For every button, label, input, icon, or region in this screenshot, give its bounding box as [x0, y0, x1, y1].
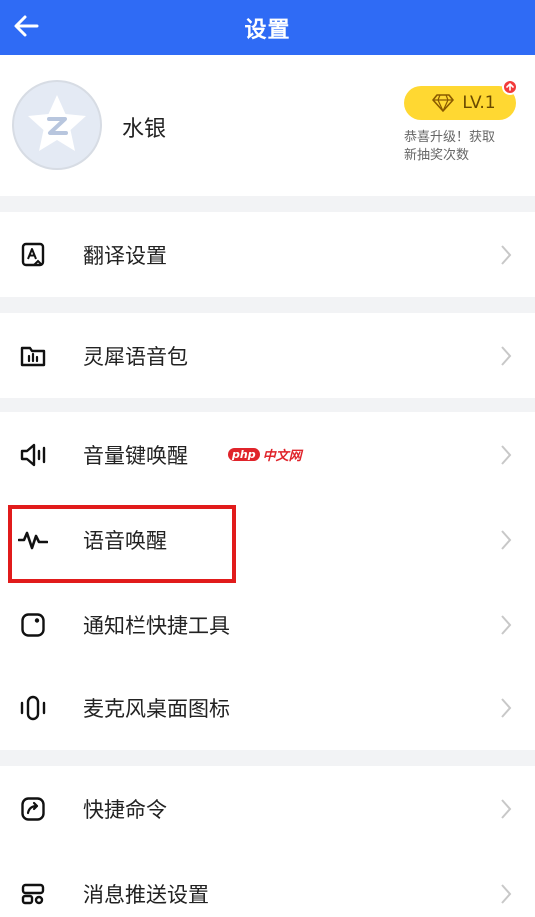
page-title: 设置	[244, 17, 291, 43]
section-divider	[0, 750, 535, 766]
settings-item-volume-key-wake[interactable]: 音量键唤醒 php 中文网	[0, 412, 535, 497]
upgrade-line-2: 新抽奖次数	[404, 148, 470, 163]
settings-item-push-settings[interactable]: 消息推送设置	[0, 851, 535, 917]
settings-item-label: 灵犀语音包	[83, 344, 188, 369]
diamond-icon	[432, 94, 455, 112]
settings-item-notification-shortcuts[interactable]: 通知栏快捷工具	[0, 582, 535, 667]
chevron-right-icon	[499, 344, 513, 368]
highlight-annotation-box	[8, 505, 236, 583]
profile-card[interactable]: 水银 LV.1 恭喜升级！获取 新抽奖次数	[0, 55, 535, 196]
translate-icon	[18, 240, 48, 270]
settings-item-shortcut-commands[interactable]: 快捷命令	[0, 766, 535, 851]
settings-item-label: 麦克风桌面图标	[83, 696, 230, 721]
level-label: LV.1	[462, 93, 496, 113]
chevron-right-icon	[499, 882, 513, 906]
chevron-right-icon	[499, 243, 513, 267]
settings-item-label: 音量键唤醒	[83, 443, 188, 468]
chevron-right-icon	[499, 443, 513, 467]
chevron-right-icon	[499, 696, 513, 720]
settings-item-label: 消息推送设置	[83, 882, 209, 907]
avatar[interactable]	[12, 80, 102, 170]
level-badge[interactable]: LV.1	[404, 86, 516, 120]
upgrade-notice: 恭喜升级！获取 新抽奖次数	[404, 129, 524, 165]
notification-shortcut-icon	[18, 610, 48, 640]
username: 水银	[122, 117, 167, 142]
chevron-right-icon	[499, 528, 513, 552]
settings-page: 设置 水银 LV.1 恭喜升级！获取 新抽奖次数 翻译设置 灵犀语音包 音量键唤…	[0, 0, 535, 917]
chevron-right-icon	[499, 613, 513, 637]
settings-item-mic-desktop-icon[interactable]: 麦克风桌面图标	[0, 665, 535, 750]
settings-item-voice-pack[interactable]: 灵犀语音包	[0, 313, 535, 398]
watermark-text: 中文网	[262, 449, 302, 464]
voice-pack-folder-icon	[18, 341, 48, 371]
push-settings-icon	[18, 879, 48, 909]
settings-item-label: 通知栏快捷工具	[83, 613, 230, 638]
shortcut-command-icon	[18, 794, 48, 824]
section-divider	[0, 297, 535, 313]
upgrade-arrow-icon	[502, 79, 518, 95]
section-divider	[0, 196, 535, 212]
qq-star-avatar-icon	[28, 95, 86, 151]
settings-item-label: 翻译设置	[83, 243, 167, 268]
php-watermark: php 中文网	[228, 445, 302, 464]
microphone-desktop-icon	[18, 693, 48, 723]
section-divider	[0, 398, 535, 412]
chevron-right-icon	[499, 797, 513, 821]
settings-item-label: 快捷命令	[83, 797, 167, 822]
volume-key-icon	[18, 440, 48, 470]
settings-item-translate[interactable]: 翻译设置	[0, 212, 535, 297]
header-bar: 设置	[0, 0, 535, 55]
watermark-pill: php	[228, 448, 260, 461]
upgrade-line-1: 恭喜升级！获取	[404, 130, 496, 145]
